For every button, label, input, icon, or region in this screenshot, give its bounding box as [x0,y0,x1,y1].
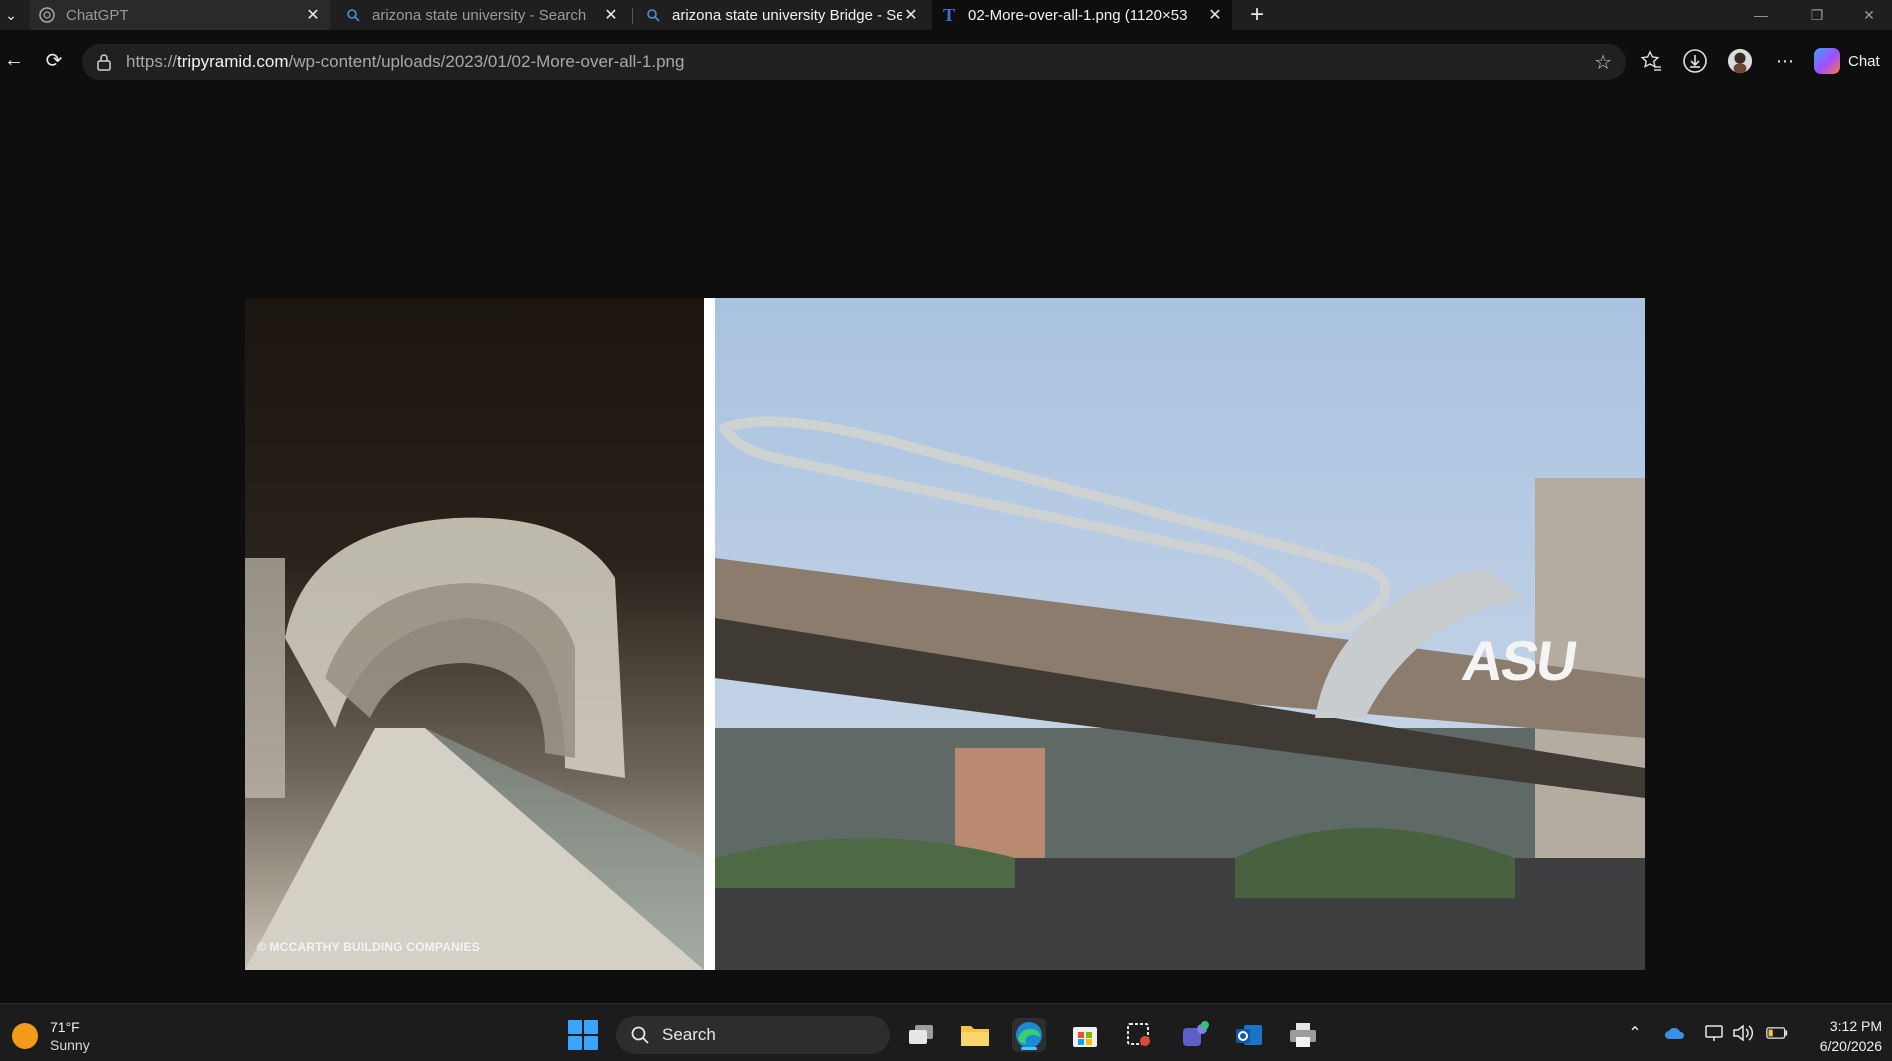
taskbar-search-box[interactable]: Search [616,1016,890,1054]
outlook-icon[interactable] [1232,1018,1266,1052]
restore-icon[interactable]: ❐ [1794,0,1840,30]
favorites-icon[interactable] [1638,48,1664,74]
windows-start-icon[interactable] [568,1020,598,1050]
chat-label: Chat [1848,52,1880,70]
close-window-icon[interactable]: ✕ [1846,0,1892,30]
teams-icon[interactable] [1178,1018,1212,1052]
weather-widget[interactable]: 71°F Sunny [12,1018,90,1054]
back-arrow-icon[interactable]: ← [0,46,28,74]
url-text[interactable]: https://tripyramid.com/wp-content/upload… [126,52,684,72]
tab-actions-chevron-icon[interactable]: ⌄ [0,0,22,30]
copyright-watermark: © MCCARTHY BUILDING COMPANIES [257,940,480,954]
file-explorer-icon[interactable] [958,1018,992,1052]
microsoft-store-icon[interactable] [1068,1018,1102,1052]
bridge-photo[interactable]: © MCCARTHY BUILDING COMPANIES ASU [245,298,1645,970]
lock-icon[interactable] [96,53,114,71]
search-icon [344,6,362,24]
bridge-interior-night-photo: © MCCARTHY BUILDING COMPANIES [245,298,704,970]
more-options-icon[interactable]: ⋯ [1772,48,1798,74]
tab-title: ChatGPT [66,6,129,24]
show-hidden-icons-chevron-icon[interactable]: ⌃ [1624,1022,1646,1044]
search-placeholder: Search [662,1025,716,1044]
tab-title: 02-More-over-all-1.png (1120×53 [968,6,1188,24]
tab-chatgpt[interactable]: ChatGPT ✕ [30,0,330,30]
minimize-icon[interactable]: — [1738,0,1784,30]
onedrive-icon[interactable] [1664,1022,1686,1044]
printer-icon[interactable] [1286,1018,1320,1052]
tab-title: arizona state university Bridge - Se [672,6,902,24]
copilot-chat-button[interactable]: Chat [1814,46,1880,76]
snipping-tool-icon[interactable] [1122,1018,1156,1052]
tripyramid-icon: T [942,4,955,25]
copilot-icon [1814,48,1840,74]
active-app-indicator [1021,1047,1037,1050]
weather-condition: Sunny [50,1037,90,1053]
favorite-star-icon[interactable]: ☆ [1594,50,1612,75]
tab-close-icon[interactable]: ✕ [602,6,620,24]
system-clock[interactable]: 3:12 PM 6/20/2026 [1802,1016,1882,1056]
battery-icon[interactable] [1766,1022,1788,1044]
tab-image-png[interactable]: T 02-More-over-all-1.png (1120×53 ✕ [932,0,1232,30]
tab-close-icon[interactable]: ✕ [304,6,322,24]
weather-temp: 71°F [50,1019,80,1035]
volume-icon[interactable] [1732,1022,1754,1044]
tab-separator [632,8,633,24]
edge-browser-icon[interactable] [1012,1018,1046,1052]
browser-toolbar: ← ⟳ https://tripyramid.com/wp-content/up… [0,30,1892,88]
profile-avatar[interactable] [1727,48,1753,74]
bridge-exterior-day-photo: ASU [715,298,1645,970]
sun-icon [12,1023,38,1049]
network-icon[interactable] [1704,1022,1726,1044]
tab-asu-bridge-search[interactable]: arizona state university Bridge - Se ✕ [636,0,928,30]
new-tab-plus-icon[interactable]: + [1242,0,1272,30]
chatgpt-icon [38,6,56,24]
address-bar[interactable]: https://tripyramid.com/wp-content/upload… [82,44,1626,80]
clock-time: 3:12 PM [1829,1018,1882,1034]
clock-date: 6/20/2026 [1819,1038,1882,1054]
search-icon [644,6,662,24]
tab-title: arizona state university - Search [372,6,587,24]
tab-close-icon[interactable]: ✕ [902,6,920,24]
tab-asu-search[interactable]: arizona state university - Search ✕ [336,0,628,30]
tab-bar: ⌄ ChatGPT ✕ arizona state university - S… [0,0,1892,30]
tab-close-icon[interactable]: ✕ [1206,6,1224,24]
search-icon [630,1025,650,1045]
asu-sign-lettering: ASU [1458,629,1580,692]
task-view-icon[interactable] [904,1018,938,1052]
image-viewer: © MCCARTHY BUILDING COMPANIES ASU [0,88,1892,1003]
refresh-icon[interactable]: ⟳ [40,46,68,74]
downloads-icon[interactable] [1682,48,1708,74]
windows-taskbar: 71°F Sunny Search ⌃ 3:12 PM 6/20/2026 [0,1003,1892,1061]
